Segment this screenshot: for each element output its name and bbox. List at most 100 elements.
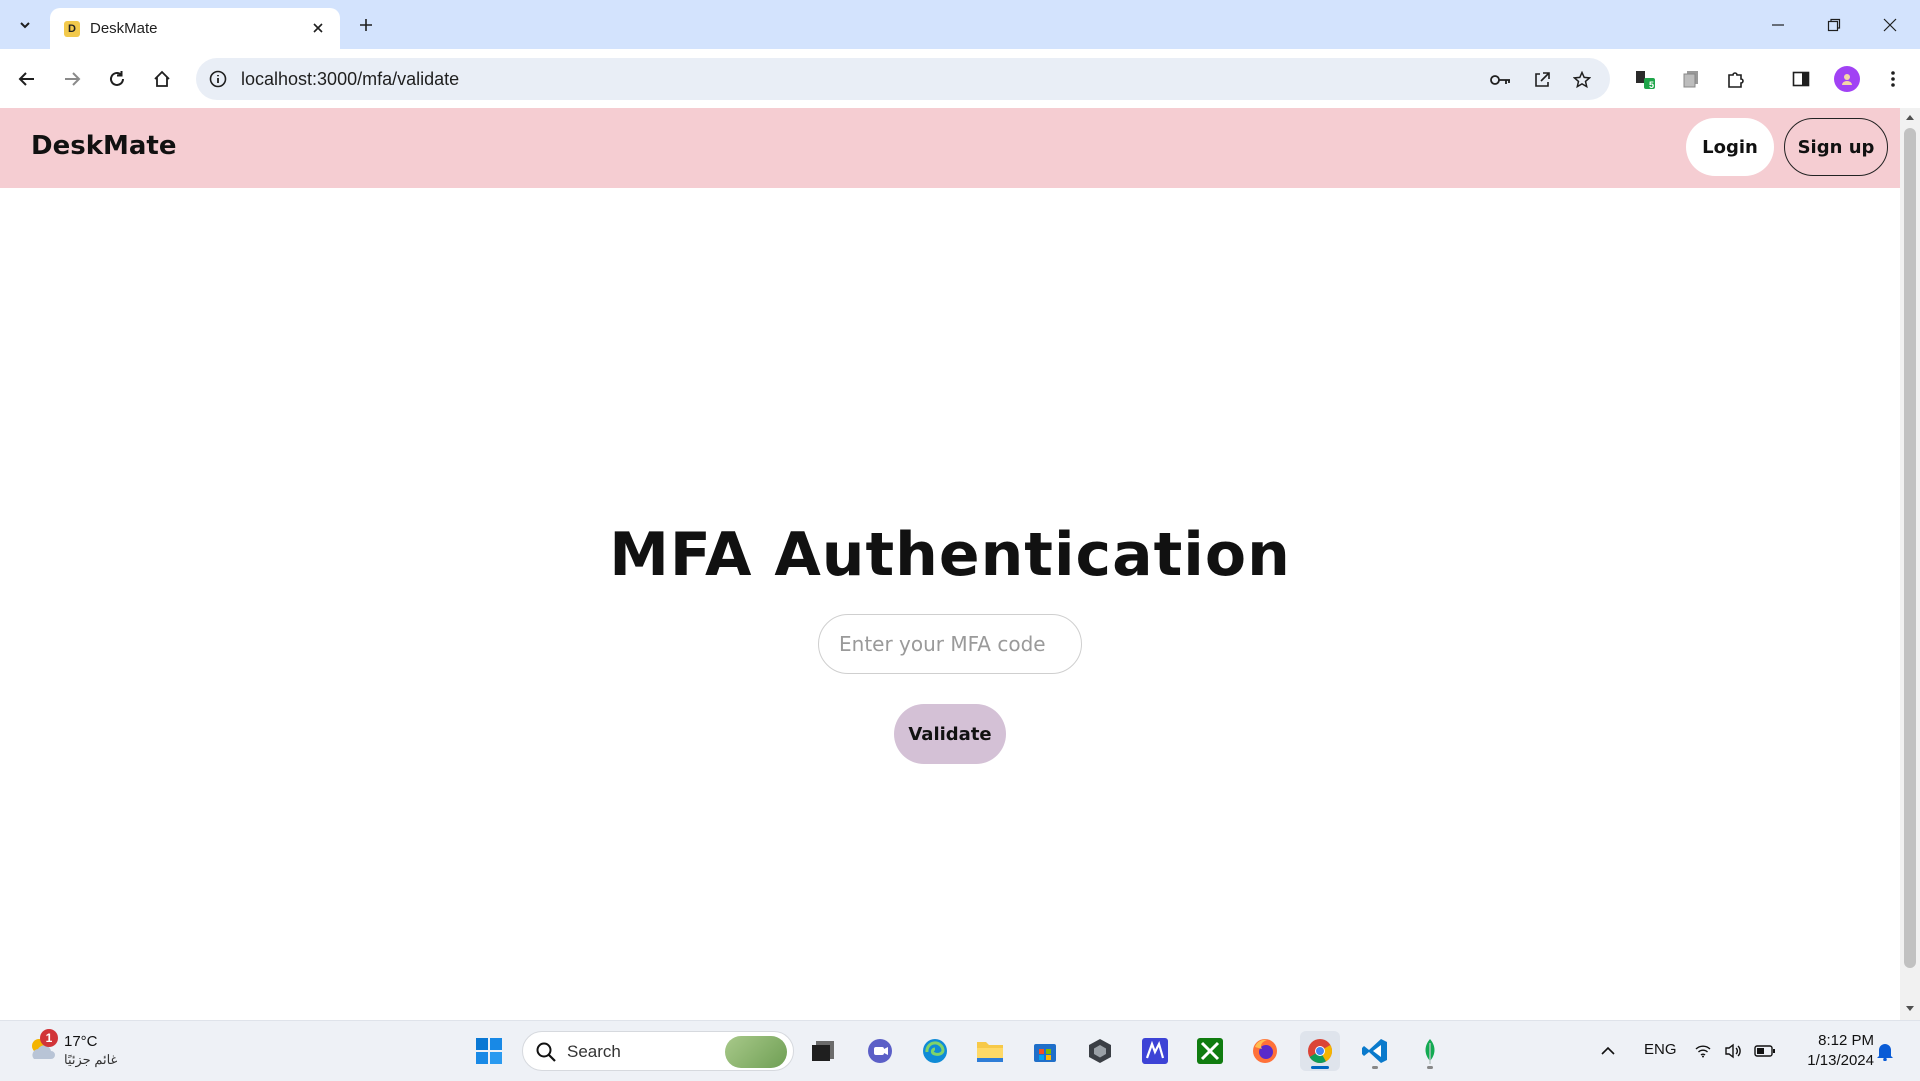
reload-button[interactable] bbox=[100, 62, 134, 96]
show-hidden-icons[interactable] bbox=[1600, 1031, 1616, 1071]
app-m-icon bbox=[1142, 1038, 1168, 1064]
system-clock[interactable]: 8:12 PM 1/13/2024 bbox=[1792, 1031, 1874, 1071]
network-icon[interactable] bbox=[1694, 1031, 1712, 1071]
windows-taskbar: 1 17°C غائم جزئيًا Search ENG 8:12 PM 1/… bbox=[0, 1020, 1920, 1081]
address-bar[interactable]: localhost:3000/mfa/validate bbox=[196, 58, 1610, 100]
extension-badge: 5 bbox=[1649, 80, 1655, 90]
restore-icon bbox=[1827, 18, 1841, 31]
weather-widget[interactable]: 1 17°C غائم جزئيًا bbox=[22, 1029, 142, 1073]
page-viewport: DeskMate Login Sign up MFA Authenticatio… bbox=[0, 108, 1920, 1020]
taskbar-teams[interactable] bbox=[860, 1031, 900, 1071]
open-in-app-icon[interactable] bbox=[1529, 67, 1555, 93]
page-scrollbar[interactable] bbox=[1900, 108, 1920, 1020]
search-highlight-image bbox=[725, 1036, 787, 1068]
taskbar-vs-app[interactable] bbox=[1135, 1031, 1175, 1071]
store-icon bbox=[1034, 1044, 1056, 1062]
weather-condition: غائم جزئيًا bbox=[64, 1052, 118, 1067]
restore-button[interactable] bbox=[1806, 0, 1862, 49]
taskbar-firefox[interactable] bbox=[1245, 1031, 1285, 1071]
back-arrow-icon bbox=[18, 72, 34, 86]
signup-button[interactable]: Sign up bbox=[1784, 118, 1888, 176]
tab-search-button[interactable] bbox=[9, 9, 41, 41]
close-window-button[interactable] bbox=[1862, 0, 1918, 49]
weather-alert-badge: 1 bbox=[40, 1029, 58, 1047]
scrollbar-thumb[interactable] bbox=[1904, 128, 1916, 968]
teams-chat-icon bbox=[868, 1039, 892, 1063]
scroll-down-arrow-icon[interactable] bbox=[1905, 1004, 1915, 1014]
vscode-icon bbox=[1362, 1039, 1387, 1063]
clock-date: 1/13/2024 bbox=[1807, 1052, 1874, 1069]
scroll-up-arrow-icon[interactable] bbox=[1905, 112, 1915, 122]
forward-arrow-icon bbox=[65, 72, 81, 86]
taskbar-mongodb[interactable] bbox=[1410, 1031, 1450, 1071]
volume-icon[interactable] bbox=[1724, 1031, 1742, 1071]
more-vertical-icon bbox=[1891, 71, 1895, 87]
start-button[interactable] bbox=[469, 1031, 509, 1071]
forward-button[interactable] bbox=[55, 62, 89, 96]
validate-button[interactable]: Validate bbox=[894, 704, 1006, 764]
minimize-icon bbox=[1772, 23, 1784, 26]
notifications-bell-icon[interactable] bbox=[1876, 1031, 1894, 1071]
mfa-code-input[interactable] bbox=[818, 614, 1082, 674]
login-button[interactable]: Login bbox=[1686, 118, 1774, 176]
taskbar-unity[interactable] bbox=[1080, 1031, 1120, 1071]
running-app-indicator bbox=[1372, 1066, 1378, 1069]
back-button[interactable] bbox=[10, 62, 44, 96]
extension-copy-icon[interactable] bbox=[1674, 62, 1708, 96]
taskbar-store[interactable] bbox=[1025, 1031, 1065, 1071]
firefox-icon bbox=[1253, 1039, 1277, 1063]
taskbar-task-view[interactable] bbox=[803, 1031, 843, 1071]
side-panel-icon[interactable] bbox=[1784, 62, 1818, 96]
chevron-up-icon bbox=[1601, 1046, 1615, 1055]
extension-tasks-icon[interactable]: 5 bbox=[1628, 62, 1662, 96]
taskbar-edge[interactable] bbox=[915, 1031, 955, 1071]
brand-logo[interactable]: DeskMate bbox=[31, 131, 176, 161]
reload-icon bbox=[110, 71, 124, 86]
chrome-icon bbox=[1308, 1039, 1333, 1064]
tab-strip: D DeskMate bbox=[0, 0, 1920, 49]
weather-temperature: 17°C bbox=[64, 1033, 98, 1050]
home-icon bbox=[154, 70, 170, 87]
close-icon bbox=[1883, 18, 1897, 31]
edge-browser-icon bbox=[923, 1039, 947, 1063]
browser-tab[interactable]: D DeskMate bbox=[50, 8, 340, 49]
taskbar-file-explorer[interactable] bbox=[970, 1031, 1010, 1071]
profile-avatar[interactable] bbox=[1830, 62, 1864, 96]
tab-favicon: D bbox=[64, 21, 80, 37]
profile-avatar-icon bbox=[1834, 66, 1860, 92]
new-tab-button[interactable] bbox=[352, 11, 380, 39]
minimize-button[interactable] bbox=[1750, 0, 1806, 49]
plus-icon bbox=[360, 19, 372, 31]
taskbar-vscode[interactable] bbox=[1355, 1031, 1395, 1071]
url-text[interactable]: localhost:3000/mfa/validate bbox=[241, 69, 459, 90]
windows-logo-icon bbox=[476, 1038, 502, 1064]
battery-icon[interactable] bbox=[1754, 1031, 1776, 1071]
bookmark-star-icon[interactable] bbox=[1569, 67, 1595, 93]
active-app-indicator bbox=[1311, 1066, 1329, 1069]
taskbar-xbox[interactable] bbox=[1190, 1031, 1230, 1071]
home-button[interactable] bbox=[145, 62, 179, 96]
browser-toolbar: localhost:3000/mfa/validate 5 bbox=[0, 49, 1920, 108]
extensions-puzzle-icon[interactable] bbox=[1719, 62, 1753, 96]
chevron-down-icon bbox=[20, 22, 30, 29]
xbox-icon bbox=[1197, 1038, 1223, 1064]
taskbar-search[interactable]: Search bbox=[522, 1031, 794, 1071]
folder-icon bbox=[977, 1042, 1003, 1062]
browser-menu-button[interactable] bbox=[1876, 62, 1910, 96]
site-info-icon[interactable] bbox=[206, 67, 230, 91]
tab-close-button[interactable] bbox=[306, 16, 330, 40]
running-app-indicator bbox=[1427, 1066, 1433, 1069]
search-icon bbox=[536, 1042, 556, 1062]
unity-hub-icon bbox=[1089, 1039, 1111, 1063]
app-navbar: DeskMate Login Sign up bbox=[0, 108, 1900, 188]
input-language[interactable]: ENG bbox=[1644, 1041, 1677, 1058]
page-title: MFA Authentication bbox=[609, 520, 1291, 590]
task-view-icon bbox=[812, 1041, 834, 1061]
close-icon bbox=[313, 23, 323, 33]
taskbar-search-label: Search bbox=[567, 1042, 621, 1061]
taskbar-chrome[interactable] bbox=[1300, 1031, 1340, 1071]
mongodb-leaf-icon bbox=[1425, 1039, 1435, 1064]
password-key-icon[interactable] bbox=[1488, 67, 1514, 93]
clock-time: 8:12 PM bbox=[1818, 1032, 1874, 1049]
tab-title: DeskMate bbox=[90, 20, 158, 37]
